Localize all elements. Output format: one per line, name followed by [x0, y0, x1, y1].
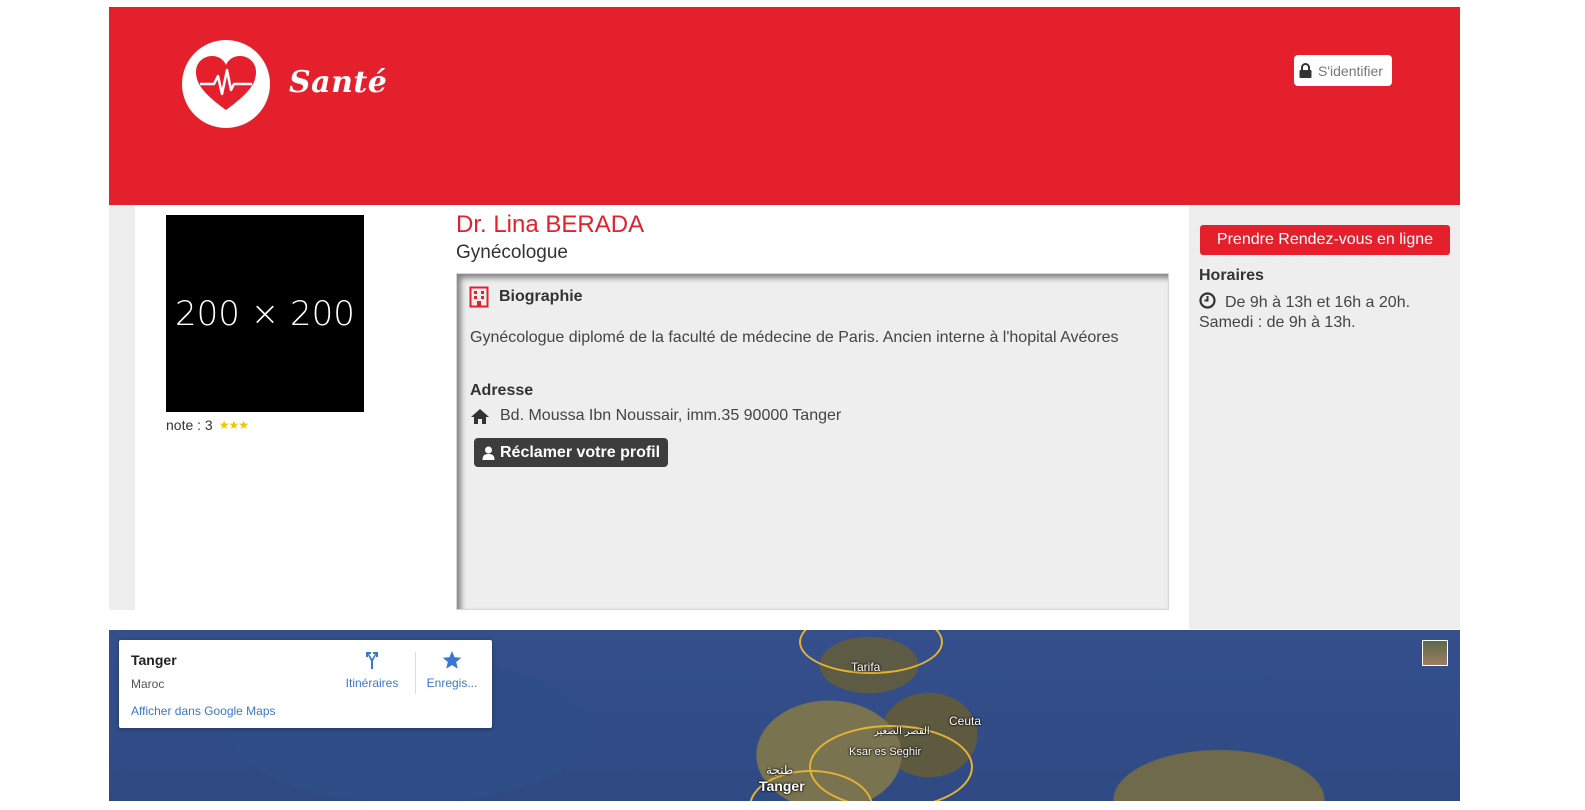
- doctor-name: Dr. Lina BERADA: [456, 211, 645, 238]
- map-place-title: Tanger: [131, 652, 177, 668]
- clock-icon: [1199, 292, 1216, 309]
- map-place-country: Maroc: [131, 677, 165, 691]
- photo-placeholder-text: 200 × 200: [175, 293, 355, 334]
- address-text: Bd. Moussa Ibn Noussair, imm.35 90000 Ta…: [500, 407, 842, 424]
- map-label-ksar-arabic: القصر الصغير: [874, 726, 930, 737]
- rating-stars-icon: ★★★: [218, 418, 249, 432]
- map-place-card: Tanger Maroc Afficher dans Google Maps I…: [119, 640, 492, 728]
- map-label-ceuta: Ceuta: [949, 714, 982, 728]
- star-icon: [442, 651, 462, 669]
- heart-pulse-icon: [196, 56, 256, 110]
- rating-label: note : 3: [166, 417, 213, 433]
- profile-section: 200 × 200 note : 3 ★★★ Dr. Lina BERADA G…: [109, 205, 1460, 629]
- map-label-tarifa: Tarifa: [851, 660, 881, 674]
- map-card-divider: [415, 652, 416, 694]
- lock-icon: [1299, 63, 1312, 78]
- biography-heading-label: Biographie: [499, 288, 583, 305]
- profile-card: Biographie Gynécologue diplomé de la fac…: [456, 273, 1169, 610]
- building-icon: [469, 286, 489, 308]
- hours-line-2: Samedi : de 9h à 13h.: [1199, 314, 1356, 331]
- address-heading: Adresse: [470, 382, 534, 399]
- home-icon: [471, 408, 489, 424]
- site-logo[interactable]: [182, 40, 270, 128]
- map-label-tanger: Tanger: [759, 778, 805, 794]
- login-label: S'identifier: [1318, 62, 1383, 79]
- address-line: Bd. Moussa Ibn Noussair, imm.35 90000 Ta…: [470, 407, 841, 425]
- save-place-button[interactable]: Enregis...: [417, 650, 487, 690]
- hours-text: De 9h à 13h et 16h a 20h. Samedi : de 9h…: [1199, 292, 1459, 333]
- appointment-panel: Prendre Rendez-vous en ligne Horaires De…: [1189, 205, 1460, 629]
- directions-label: Itinéraires: [345, 676, 399, 690]
- biography-text: Gynécologue diplomé de la faculté de méd…: [470, 329, 1119, 346]
- map-label-ksar: Ksar es Seghir: [849, 746, 922, 758]
- site-header: Santé S'identifier: [109, 7, 1460, 205]
- claim-profile-button[interactable]: Réclamer votre profil: [474, 438, 669, 467]
- doctor-photo: 200 × 200: [166, 215, 364, 412]
- profile-main: Dr. Lina BERADA Gynécologue Biographie G…: [456, 205, 1189, 610]
- map-label-tanger-arabic: طنجة: [766, 763, 794, 777]
- site-brand[interactable]: Santé: [289, 65, 387, 100]
- profile-sidebar: 200 × 200 note : 3 ★★★: [135, 205, 456, 610]
- hours-heading: Horaires: [1199, 267, 1264, 284]
- location-map[interactable]: Tarifa Ceuta القصر الصغير Ksar es Seghir…: [109, 630, 1460, 801]
- save-place-label: Enregis...: [426, 676, 478, 690]
- rating: note : 3 ★★★: [166, 417, 249, 433]
- directions-icon: [366, 652, 378, 669]
- book-appointment-button[interactable]: Prendre Rendez-vous en ligne: [1200, 225, 1450, 255]
- claim-profile-label: Réclamer votre profil: [500, 443, 661, 461]
- doctor-specialty: Gynécologue: [456, 242, 568, 263]
- login-button[interactable]: S'identifier: [1294, 55, 1392, 86]
- directions-button[interactable]: Itinéraires: [337, 650, 407, 690]
- hours-line-1: De 9h à 13h et 16h a 20h.: [1225, 294, 1411, 311]
- user-icon: [482, 446, 495, 460]
- map-user-avatar[interactable]: [1422, 640, 1448, 666]
- biography-heading: Biographie: [469, 286, 583, 308]
- view-in-google-maps-link[interactable]: Afficher dans Google Maps: [131, 704, 276, 718]
